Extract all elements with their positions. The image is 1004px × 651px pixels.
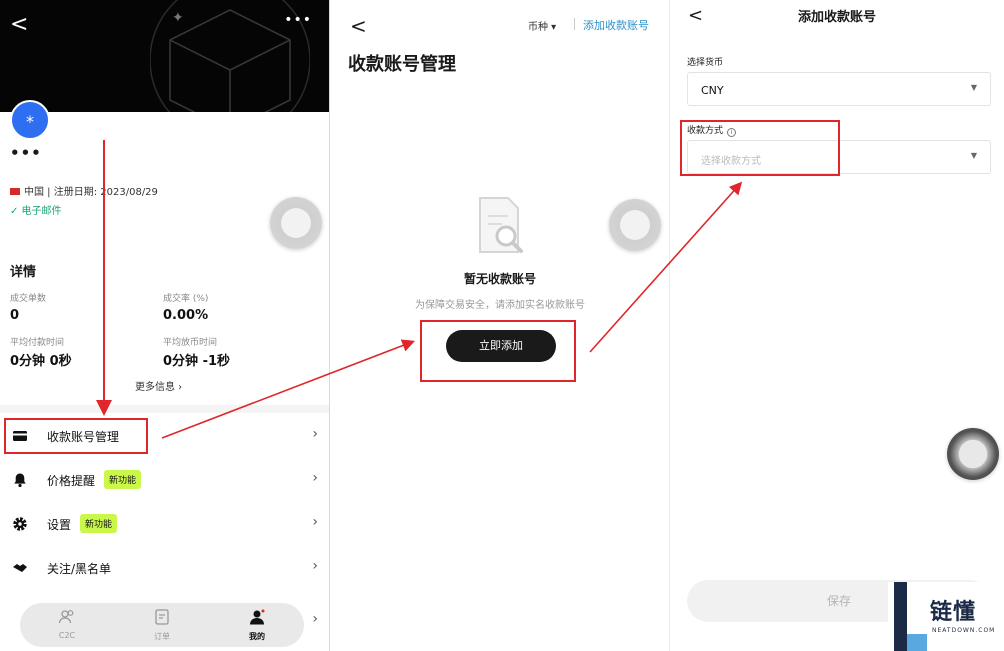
- annotation-arrows: [96, 140, 743, 439]
- logo-mark-icon: L: [890, 582, 927, 651]
- logo-name: 链懂: [930, 600, 977, 625]
- watermark-logo: L 链懂 NEATDOWN.COM: [888, 582, 1004, 651]
- logo-site: NEATDOWN.COM: [932, 627, 996, 634]
- logo-letter: L: [890, 582, 891, 583]
- arrow-to-add-button: [161, 339, 415, 439]
- arrow-to-payment-method: [589, 181, 743, 353]
